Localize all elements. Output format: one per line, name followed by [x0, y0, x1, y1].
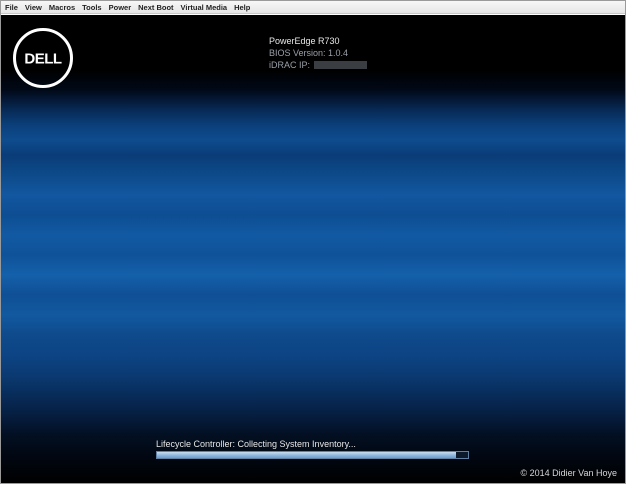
progress-bar-fill [157, 452, 456, 458]
system-info: PowerEdge R730 BIOS Version: 1.0.4 iDRAC… [269, 35, 368, 71]
menu-macros[interactable]: Macros [49, 1, 75, 14]
menu-tools[interactable]: Tools [82, 1, 101, 14]
menu-file[interactable]: File [5, 1, 18, 14]
idrac-ip-label: iDRAC IP: [269, 60, 311, 70]
logo-text: DELL [24, 51, 62, 68]
redacted-ip-block [314, 61, 368, 69]
menu-bar: File View Macros Tools Power Next Boot V… [1, 1, 625, 14]
menu-power[interactable]: Power [109, 1, 132, 14]
dell-logo-icon: DELL [13, 28, 73, 88]
kvm-viewer-window: File View Macros Tools Power Next Boot V… [0, 0, 626, 484]
status-message: Lifecycle Controller: Collecting System … [156, 439, 356, 449]
dell-logo-wordmark: DELL [24, 51, 62, 68]
copyright-watermark: © 2014 Didier Van Hoye [520, 468, 617, 478]
progress-bar [156, 451, 469, 459]
menu-help[interactable]: Help [234, 1, 250, 14]
console-screen[interactable]: DELL PowerEdge R730 BIOS Version: 1.0.4 … [1, 15, 625, 483]
bios-version: BIOS Version: 1.0.4 [269, 48, 349, 58]
menu-view[interactable]: View [25, 1, 42, 14]
idrac-ip-row: iDRAC IP: [269, 59, 368, 71]
menu-next-boot[interactable]: Next Boot [138, 1, 173, 14]
server-model: PowerEdge R730 [269, 36, 340, 46]
menu-virtual-media[interactable]: Virtual Media [181, 1, 228, 14]
